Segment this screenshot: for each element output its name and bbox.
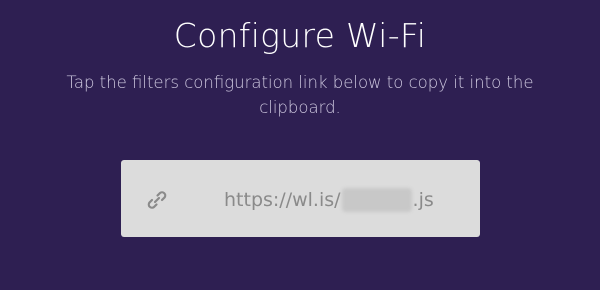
- redacted-link-segment: [341, 188, 412, 212]
- instructions-text: Tap the filters configuration link below…: [66, 73, 534, 117]
- link-url-prefix: https://wl.is/: [224, 189, 341, 211]
- link-url-suffix: .js: [412, 189, 434, 211]
- config-link-url[interactable]: https://wl.is/ .js: [224, 187, 434, 213]
- link-icon: [144, 187, 170, 213]
- page-title: Configure Wi-Fi: [173, 16, 427, 55]
- wifi-config-screen: Configure Wi-Fi Tap the filters configur…: [0, 0, 600, 290]
